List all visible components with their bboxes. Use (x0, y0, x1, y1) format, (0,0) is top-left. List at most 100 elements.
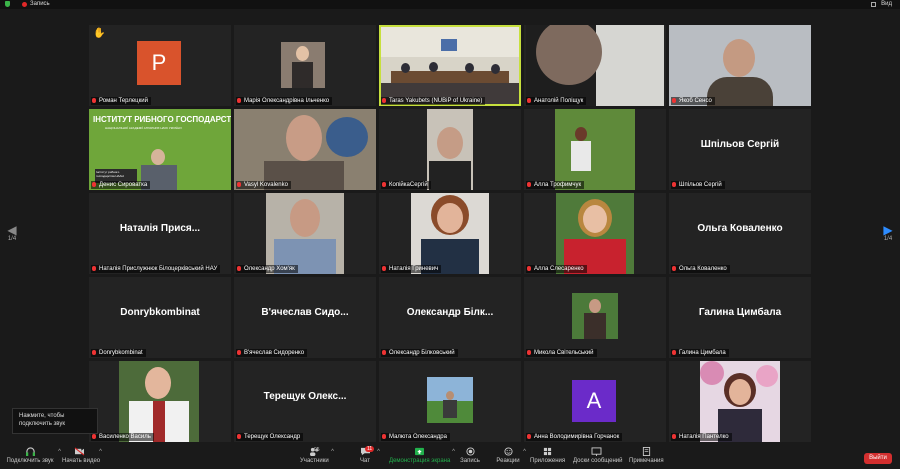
participant-name: Якоб Сенсо (671, 97, 715, 105)
participant-name: КопійкаСергій (381, 181, 431, 189)
chevron-right-icon: ▶ (883, 223, 893, 237)
participant-tile[interactable]: Марія Олександрівна Ільченко (234, 25, 376, 106)
participant-tile[interactable]: Donrybkombinat Donrybkombinat (89, 277, 231, 358)
participant-video (556, 193, 634, 274)
participant-name: Малюта Олександра (381, 433, 450, 441)
participant-tile[interactable]: Алла Слесаренко (524, 193, 666, 274)
participant-name: Роман Терлецкий (91, 97, 151, 105)
participant-tile[interactable]: Vasyl Kovalenko (234, 109, 376, 190)
participant-tile[interactable]: Галина Цимбала Галина Цимбала (669, 277, 811, 358)
participants-label: Участники (300, 458, 329, 464)
institute-banner-subtitle: НАЦІОНАЛЬНОЇ АКАДЕМІЇ АГРАРНИХ НАУК УКРА… (105, 126, 182, 130)
join-audio-button[interactable]: Подключить звук ^ (5, 447, 61, 464)
participant-name: Наталія Гриневич (381, 265, 442, 273)
participant-name: Олександр Хом'як (236, 265, 298, 273)
participant-tile[interactable]: Наталія Гриневич (379, 193, 521, 274)
participant-tile[interactable]: Алла Трофимчук (524, 109, 666, 190)
participant-tile[interactable]: В'ячеслав Сидо... В'ячеслав Сидоренко (234, 277, 376, 358)
security-shield-icon[interactable] (5, 1, 10, 7)
join-audio-label: Подключить звук (6, 458, 54, 464)
participant-display-name: Наталія Прися... (119, 223, 201, 234)
participant-tile[interactable]: Микола Світельський (524, 277, 666, 358)
participant-tile[interactable]: Якоб Сенсо (669, 25, 811, 106)
participant-tile[interactable]: Олександр Білк... Олександр Білковський (379, 277, 521, 358)
chat-label: Чат (360, 458, 370, 464)
participant-display-name: Терещук Олекс... (263, 391, 347, 402)
participant-video (234, 109, 376, 190)
leave-meeting-button[interactable]: Выйти (864, 453, 892, 464)
view-grid-icon[interactable] (871, 2, 876, 7)
chevron-up-icon[interactable]: ^ (58, 449, 61, 455)
participant-tile[interactable]: Ольга Коваленко Ольга Коваленко (669, 193, 811, 274)
recording-label: Запись (30, 1, 50, 7)
participant-tile[interactable]: Шпільов Сергій Шпільов Сергій (669, 109, 811, 190)
share-screen-button[interactable]: Демонстрация экрана ^ (389, 447, 455, 464)
share-screen-label: Демонстрация экрана (389, 458, 451, 464)
participant-name: Donrybkombinat (91, 349, 146, 357)
participant-tile[interactable]: Анатолій Поліщук (524, 25, 666, 106)
participant-tile[interactable]: Малюта Олександра (379, 361, 521, 442)
whiteboards-label: Доски сообщений (573, 458, 623, 464)
participant-name: Денис Сироватка (91, 181, 151, 189)
participants-button[interactable]: 95 Участники ^ (300, 447, 334, 464)
participant-name: Vasyl Kovalenko (236, 181, 291, 189)
reactions-button[interactable]: Реакции ^ (496, 447, 526, 464)
chevron-up-icon[interactable]: ^ (377, 449, 380, 455)
participant-name: Наталія Прислужнюк Білоцерківський НАУ (91, 265, 221, 273)
participant-tile[interactable]: A Анна Володимирівна Горчанок (524, 361, 666, 442)
participant-video: ІНСТИТУТ РИБНОГО ГОСПОДАРСТВА НАЦІОНАЛЬН… (89, 109, 231, 190)
participant-tile-active-speaker[interactable]: Taras Yakubets (NUBiP of Ukraine) (379, 25, 521, 106)
muted-mic-icon (92, 350, 96, 355)
participant-tile[interactable]: Олександр Хом'як (234, 193, 376, 274)
chevron-up-icon[interactable]: ^ (523, 449, 526, 455)
avatar: P (137, 41, 181, 85)
view-button[interactable]: Вид (881, 0, 892, 9)
participant-tile[interactable]: Наталія Прися... Наталія Прислужнюк Біло… (89, 193, 231, 274)
chevron-up-icon[interactable]: ^ (99, 449, 102, 455)
apps-button[interactable]: Приложения (530, 447, 565, 464)
top-bar: Запись Вид (0, 0, 900, 9)
smiley-icon (503, 447, 513, 456)
muted-mic-icon (382, 266, 386, 271)
whiteboards-button[interactable]: Доски сообщений (573, 447, 623, 464)
record-button[interactable]: Запись (459, 447, 481, 464)
muted-mic-icon (92, 182, 96, 187)
chevron-up-icon[interactable]: ^ (452, 449, 455, 455)
recording-dot-icon (22, 2, 27, 7)
participant-tile[interactable]: КопійкаСергій (379, 109, 521, 190)
participant-name: Алла Слесаренко (526, 265, 587, 273)
gallery-grid: ✋ P Роман Терлецкий Марія Олександрівна … (89, 25, 812, 442)
muted-mic-icon (527, 182, 531, 187)
participant-video (411, 193, 489, 274)
chevron-left-icon: ◀ (7, 223, 17, 237)
muted-mic-icon (382, 434, 386, 439)
start-video-button[interactable]: Начать видео ^ (62, 447, 102, 464)
participant-name: Наталія Пантелко (671, 433, 732, 441)
participant-tile[interactable]: Василенко Василь (89, 361, 231, 442)
participant-tile[interactable]: Наталія Пантелко (669, 361, 811, 442)
participant-video (381, 27, 519, 104)
chat-button[interactable]: 11 Чат ^ (356, 446, 380, 464)
participant-name: Микола Світельський (526, 349, 597, 357)
institute-banner-title: ІНСТИТУТ РИБНОГО ГОСПОДАРСТВА (93, 115, 231, 124)
whiteboard-icon (591, 447, 601, 456)
notes-button[interactable]: Примечания (629, 447, 664, 464)
record-icon (465, 447, 475, 456)
muted-mic-icon (237, 434, 241, 439)
participant-video (427, 109, 473, 190)
participant-tile[interactable]: ІНСТИТУТ РИБНОГО ГОСПОДАРСТВА НАЦІОНАЛЬН… (89, 109, 231, 190)
muted-mic-icon (92, 434, 96, 439)
next-page-button[interactable]: ▶ 1/4 (881, 224, 895, 242)
participant-tile[interactable]: Терещук Олекс... Терещук Олександр (234, 361, 376, 442)
reactions-label: Реакции (496, 458, 520, 464)
chevron-up-icon[interactable]: ^ (331, 449, 334, 455)
participant-name: Терещук Олександр (236, 433, 304, 441)
participant-display-name: Галина Цимбала (698, 307, 782, 318)
participant-video (526, 25, 664, 106)
muted-mic-icon (237, 182, 241, 187)
previous-page-button[interactable]: ◀ 1/4 (5, 224, 19, 242)
headphones-icon (25, 447, 35, 456)
share-screen-icon (414, 447, 424, 456)
participant-tile[interactable]: ✋ P Роман Терлецкий (89, 25, 231, 106)
video-off-icon (74, 447, 84, 456)
